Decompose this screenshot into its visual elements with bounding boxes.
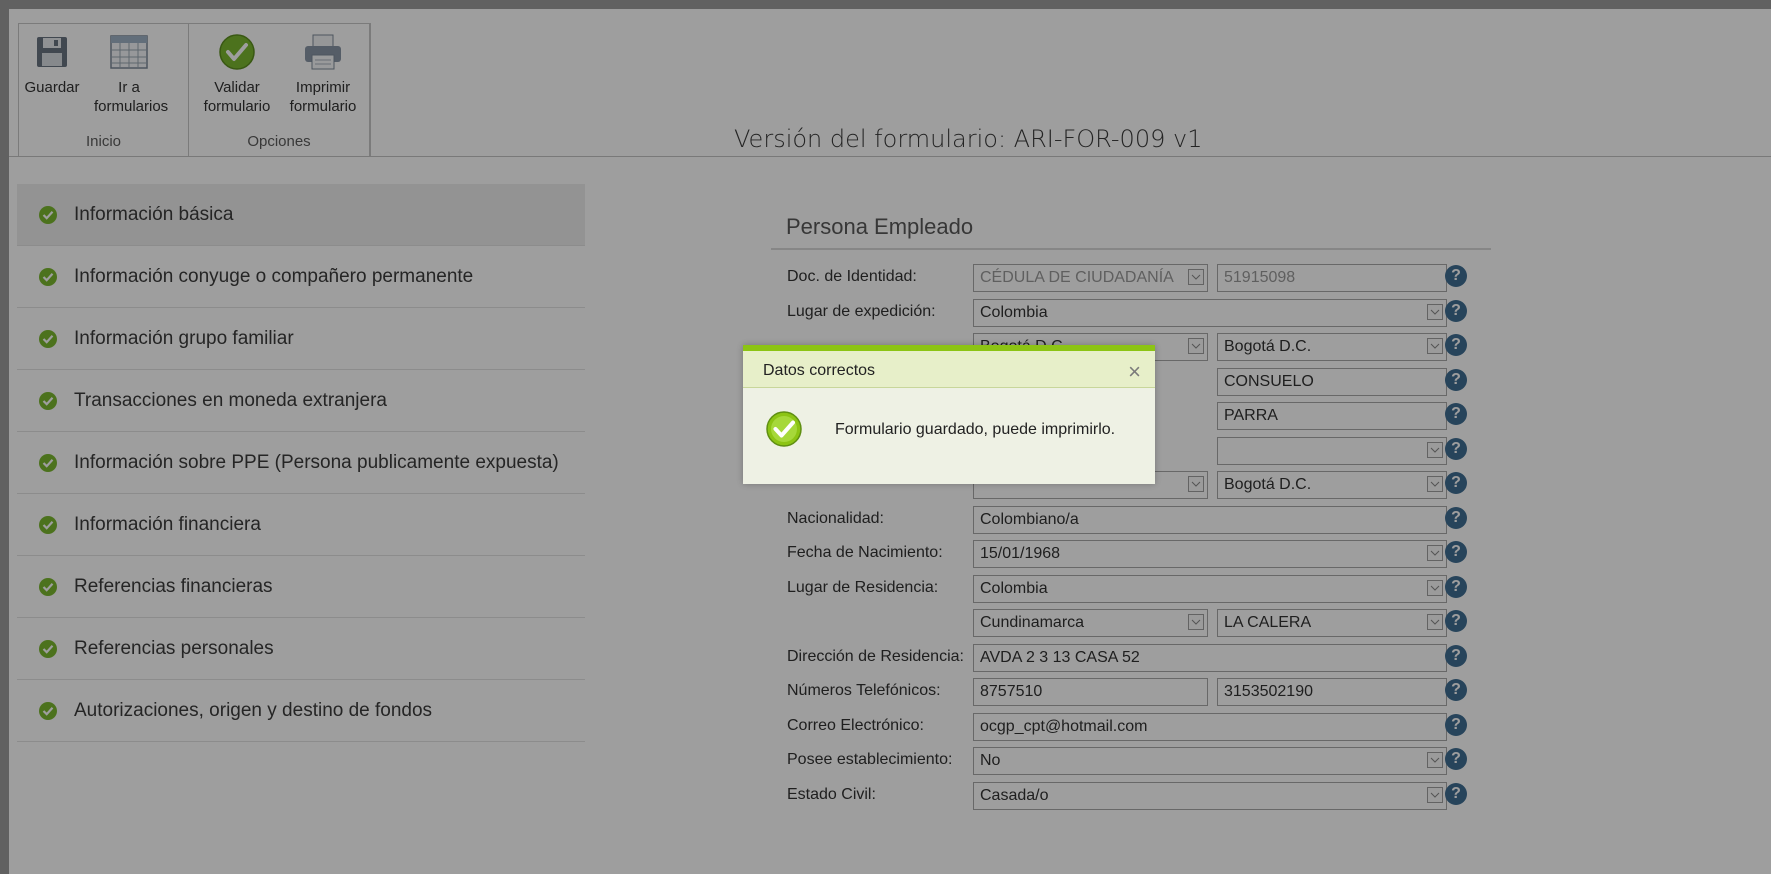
dialog-header: Datos correctos × bbox=[743, 345, 1155, 388]
check-circle-icon bbox=[766, 411, 802, 447]
close-icon[interactable]: × bbox=[1128, 359, 1141, 385]
dialog-message: Formulario guardado, puede imprimirlo. bbox=[835, 421, 1116, 438]
dialog-title: Datos correctos bbox=[763, 362, 876, 379]
success-dialog: Datos correctos × Formulario guardado, p… bbox=[743, 345, 1155, 484]
dialog-body: Formulario guardado, puede imprimirlo. bbox=[743, 388, 1155, 483]
